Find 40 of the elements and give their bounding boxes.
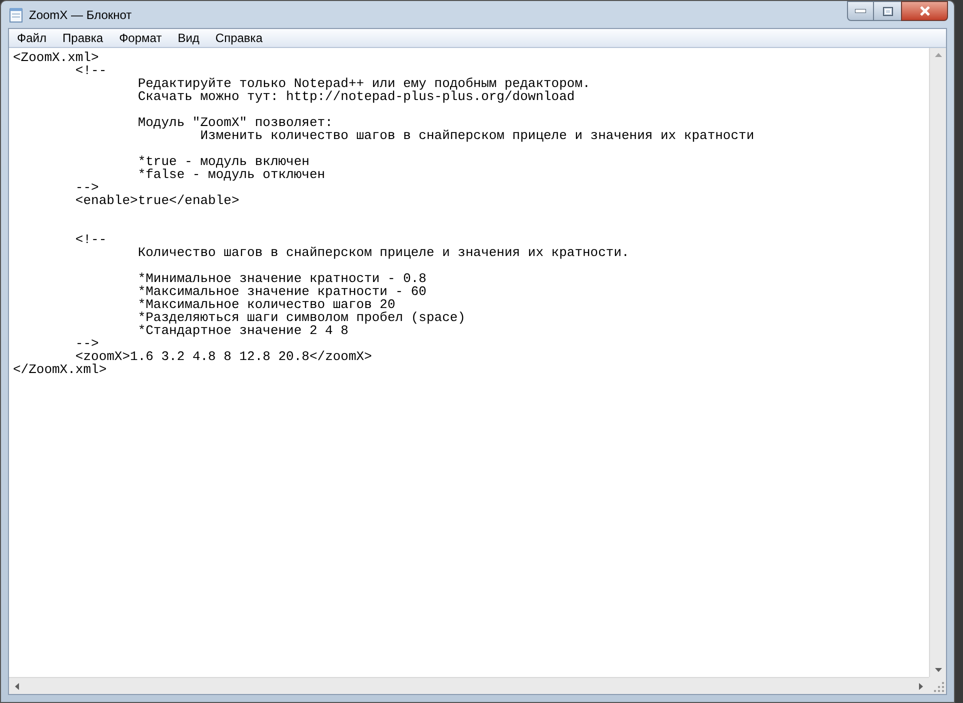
text-line: Скачать можно тут: http://notepad-plus-plus.org/download xyxy=(136,90,575,103)
minimize-button[interactable] xyxy=(847,1,874,21)
text-line: Модуль "ZoomX" позволяет: xyxy=(136,116,333,129)
text-line: *false - модуль отключен xyxy=(136,168,326,181)
close-icon xyxy=(918,6,930,16)
text-line: Редактируйте только Notepad++ или ему подобным редактором. xyxy=(136,77,590,90)
notepad-icon xyxy=(9,6,23,22)
resize-grip-icon[interactable] xyxy=(934,682,944,692)
horizontal-scrollbar[interactable] xyxy=(9,677,929,694)
menu-item[interactable]: Правка xyxy=(54,30,112,46)
scroll-up-icon xyxy=(934,53,942,57)
text-line: Количество шагов в снайперском прицеле и значения их кратности. xyxy=(136,246,630,259)
maximize-button[interactable] xyxy=(874,1,901,21)
menu-item[interactable]: Файл xyxy=(9,30,55,46)
text-line: --> xyxy=(74,181,99,194)
menu-item[interactable]: Формат xyxy=(111,30,170,46)
text-line: *true - модуль включен xyxy=(136,155,310,168)
text-line: *Максимальное количество шагов 20 xyxy=(136,298,396,311)
text-line: --> xyxy=(74,337,99,350)
menu-item[interactable]: Вид xyxy=(170,30,208,46)
scroll-left-icon xyxy=(15,682,19,690)
text-line: </ZoomX.xml> xyxy=(13,363,107,376)
close-button[interactable] xyxy=(901,1,948,21)
scroll-right-icon xyxy=(919,682,923,690)
text-line: <ZoomX.xml> xyxy=(13,51,99,64)
text-line: Изменить количество шагов в снайперском прицеле и значения их кратности xyxy=(199,129,754,142)
text-line: <enable>true</enable> xyxy=(74,194,240,207)
menu-item[interactable]: Справка xyxy=(207,30,270,46)
text-line: *Минимальное значение кратности - 0.8 xyxy=(136,272,426,285)
text-line: *Стандартное значение 2 4 8 xyxy=(136,324,348,337)
text-line: <zoomX>1.6 3.2 4.8 8 12.8 20.8</zoomX> xyxy=(75,350,372,363)
window-title: ZoomX — Блокнот xyxy=(29,6,132,24)
text-line: *Максимальное значение кратности - 60 xyxy=(136,285,426,298)
text-line: <!-- xyxy=(74,233,107,246)
minimize-icon xyxy=(855,9,866,13)
maximize-icon xyxy=(882,6,892,16)
text-line: *Разделяються шаги символом пробел (space) xyxy=(136,311,466,324)
vertical-scrollbar[interactable] xyxy=(929,48,946,677)
scroll-down-icon xyxy=(934,668,942,672)
text-line: <!-- xyxy=(74,64,107,77)
